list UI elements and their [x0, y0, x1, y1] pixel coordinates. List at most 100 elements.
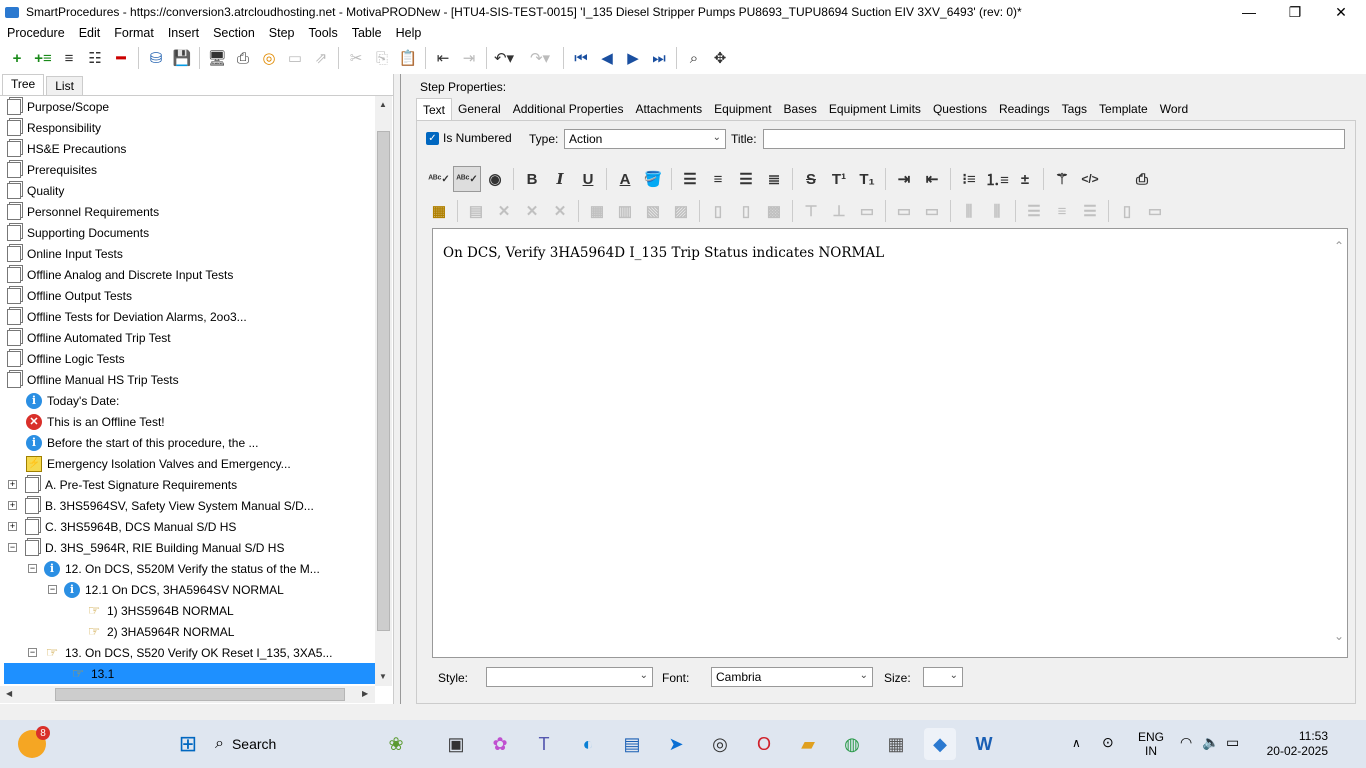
maximize-button[interactable]: ❐ [1272, 0, 1318, 24]
menu-format[interactable]: Format [114, 26, 154, 40]
color-wheel-icon[interactable]: ◉ [481, 166, 509, 192]
highlight-icon[interactable]: 🪣 [639, 166, 667, 192]
scroll-thumb[interactable] [377, 131, 390, 631]
widgets-icon[interactable]: ❀ [380, 728, 412, 760]
cell-properties-icon[interactable]: ▦ [583, 198, 611, 224]
row-properties-icon[interactable]: ▭ [853, 198, 881, 224]
is-numbered-checkbox[interactable]: ✓ Is Numbered [426, 131, 512, 145]
tree-item[interactable]: ☞ 13.1 [4, 663, 375, 684]
title-input[interactable] [763, 129, 1345, 149]
tree-item[interactable]: + B. 3HS5964SV, Safety View System Manual… [0, 495, 314, 516]
tree-item[interactable]: Responsibility [0, 117, 101, 138]
merge-cells-icon[interactable]: ▥ [611, 198, 639, 224]
tree-item[interactable]: − ☞ 13. On DCS, S520 Verify OK Reset I_135… [0, 642, 332, 663]
teams-icon[interactable]: T [528, 728, 560, 760]
tree-item[interactable]: Offline Manual HS Trip Tests [0, 369, 179, 390]
column-width-icon[interactable]: ▯ [1113, 198, 1141, 224]
distribute-rows-icon[interactable]: ⫼ [983, 198, 1011, 224]
window-icon[interactable]: ▭ [282, 45, 308, 71]
tab-general[interactable]: General [452, 98, 507, 120]
add-child-icon[interactable]: +≡ [30, 45, 56, 71]
menu-insert[interactable]: Insert [168, 26, 199, 40]
close-button[interactable]: ✕ [1318, 0, 1364, 24]
delete-row-icon[interactable]: ✕ [518, 198, 546, 224]
style-select[interactable]: ⌄ [486, 667, 653, 687]
tree-item[interactable]: ⚡ Emergency Isolation Valves and Emergenc… [0, 453, 291, 474]
menu-section[interactable]: Section [213, 26, 255, 40]
tree-item[interactable]: Offline Analog and Discrete Input Tests [0, 264, 233, 285]
save-icon[interactable]: 💾 [169, 45, 195, 71]
scroll-down-icon[interactable]: ▼ [379, 672, 387, 681]
remove-icon[interactable]: ━ [108, 45, 134, 71]
volume-icon[interactable]: 🔈 [1202, 734, 1219, 751]
tab-tree[interactable]: Tree [2, 74, 45, 95]
collapse-icon[interactable]: − [28, 648, 37, 657]
tree-item[interactable]: + A. Pre-Test Signature Requirements [0, 474, 237, 495]
menu-step[interactable]: Step [269, 26, 295, 40]
tree-item[interactable]: Offline Logic Tests [0, 348, 125, 369]
numbered-list-icon[interactable]: ⒈≡ [983, 166, 1011, 192]
scroll-left-icon[interactable]: ◀ [6, 689, 12, 698]
tree-item[interactable]: ☞ 1) 3HS5964B NORMAL [0, 600, 234, 621]
menu-table[interactable]: Table [352, 26, 382, 40]
tree-item[interactable]: Offline Output Tests [0, 285, 132, 306]
clock[interactable]: 11:53 20-02-2025 [1262, 729, 1328, 759]
bold-icon[interactable]: B [518, 166, 546, 192]
menu-tools[interactable]: Tools [309, 26, 338, 40]
insert-table-icon[interactable]: ▦ [425, 198, 453, 224]
tree-item[interactable]: ☞ 2) 3HA5964R NORMAL [0, 621, 235, 642]
list-icon[interactable]: ≡ [56, 45, 82, 71]
redo-icon[interactable]: ↷▾ [527, 45, 553, 71]
scroll-thumb[interactable] [55, 688, 345, 701]
outdent-icon[interactable]: ⇤ [430, 45, 456, 71]
scroll-down-icon[interactable]: ⌄ [1334, 629, 1344, 643]
rich-text-editor[interactable]: On DCS, Verify 3HA5964D I_135 Trip Statu… [432, 228, 1348, 658]
indent-icon[interactable]: ⇥ [456, 45, 482, 71]
store-icon[interactable]: ▤ [616, 728, 648, 760]
find-icon[interactable]: ⌕ [681, 45, 707, 71]
superscript-icon[interactable]: T¹ [825, 166, 853, 192]
tab-attachments[interactable]: Attachments [629, 98, 708, 120]
paste-icon[interactable]: 📋 [395, 45, 421, 71]
align-middle-icon[interactable]: ▭ [918, 198, 946, 224]
dell-icon[interactable]: ◎ [704, 728, 736, 760]
tree-horizontal-scrollbar[interactable]: ◀ ▶ [0, 686, 375, 703]
magic-wand-icon[interactable]: ⚚ [1048, 166, 1076, 192]
tree-item[interactable]: Personnel Requirements [0, 201, 159, 222]
copy-icon[interactable]: ⎘ [369, 45, 395, 71]
refresh-icon[interactable]: ◎ [256, 45, 282, 71]
task-view-icon[interactable]: ▣ [440, 728, 472, 760]
strikethrough-icon[interactable]: S [797, 166, 825, 192]
collapse-icon[interactable]: − [28, 564, 37, 573]
opera-icon[interactable]: O [748, 728, 780, 760]
expand-icon[interactable]: + [8, 480, 17, 489]
scroll-up-icon[interactable]: ▲ [379, 100, 387, 109]
spellcheck-icon[interactable]: ᴬᴮᶜ✓ [425, 166, 453, 192]
table-properties-icon[interactable]: ▤ [462, 198, 490, 224]
windows-start-icon[interactable]: ⊞ [172, 728, 204, 760]
bullet-list-icon[interactable]: ⁝≡ [955, 166, 983, 192]
cell-border-icon[interactable]: ▨ [667, 198, 695, 224]
align-top-icon[interactable]: ▭ [890, 198, 918, 224]
battery-icon[interactable]: ▭ [1226, 734, 1239, 751]
export-icon[interactable]: ⇗ [308, 45, 334, 71]
menu-edit[interactable]: Edit [79, 26, 101, 40]
tab-equipment[interactable]: Equipment [708, 98, 777, 120]
table-align-right-icon[interactable]: ☰ [1076, 198, 1104, 224]
next-icon[interactable]: ▶ [620, 45, 646, 71]
last-icon[interactable]: ⏭ [646, 45, 672, 71]
auto-spellcheck-icon[interactable]: ᴬᴮᶜ✓ [453, 166, 481, 192]
tab-tags[interactable]: Tags [1056, 98, 1093, 120]
delete-column-icon[interactable]: ✕ [546, 198, 574, 224]
tree-item[interactable]: HS&E Precautions [0, 138, 126, 159]
collapse-icon[interactable]: − [8, 543, 17, 552]
save-all-icon[interactable]: ⛁ [143, 45, 169, 71]
font-select[interactable]: Cambria ⌄ [711, 667, 873, 687]
type-select[interactable]: Action ⌄ [564, 129, 726, 149]
tree-item[interactable]: Prerequisites [0, 159, 97, 180]
expand-icon[interactable]: + [8, 522, 17, 531]
menu-help[interactable]: Help [396, 26, 422, 40]
editor-text[interactable]: On DCS, Verify 3HA5964D I_135 Trip Statu… [443, 245, 884, 261]
notification-widget-icon[interactable]: 8 [18, 726, 50, 758]
tree-item[interactable]: − i 12. On DCS, S520M Verify the status of… [0, 558, 320, 579]
